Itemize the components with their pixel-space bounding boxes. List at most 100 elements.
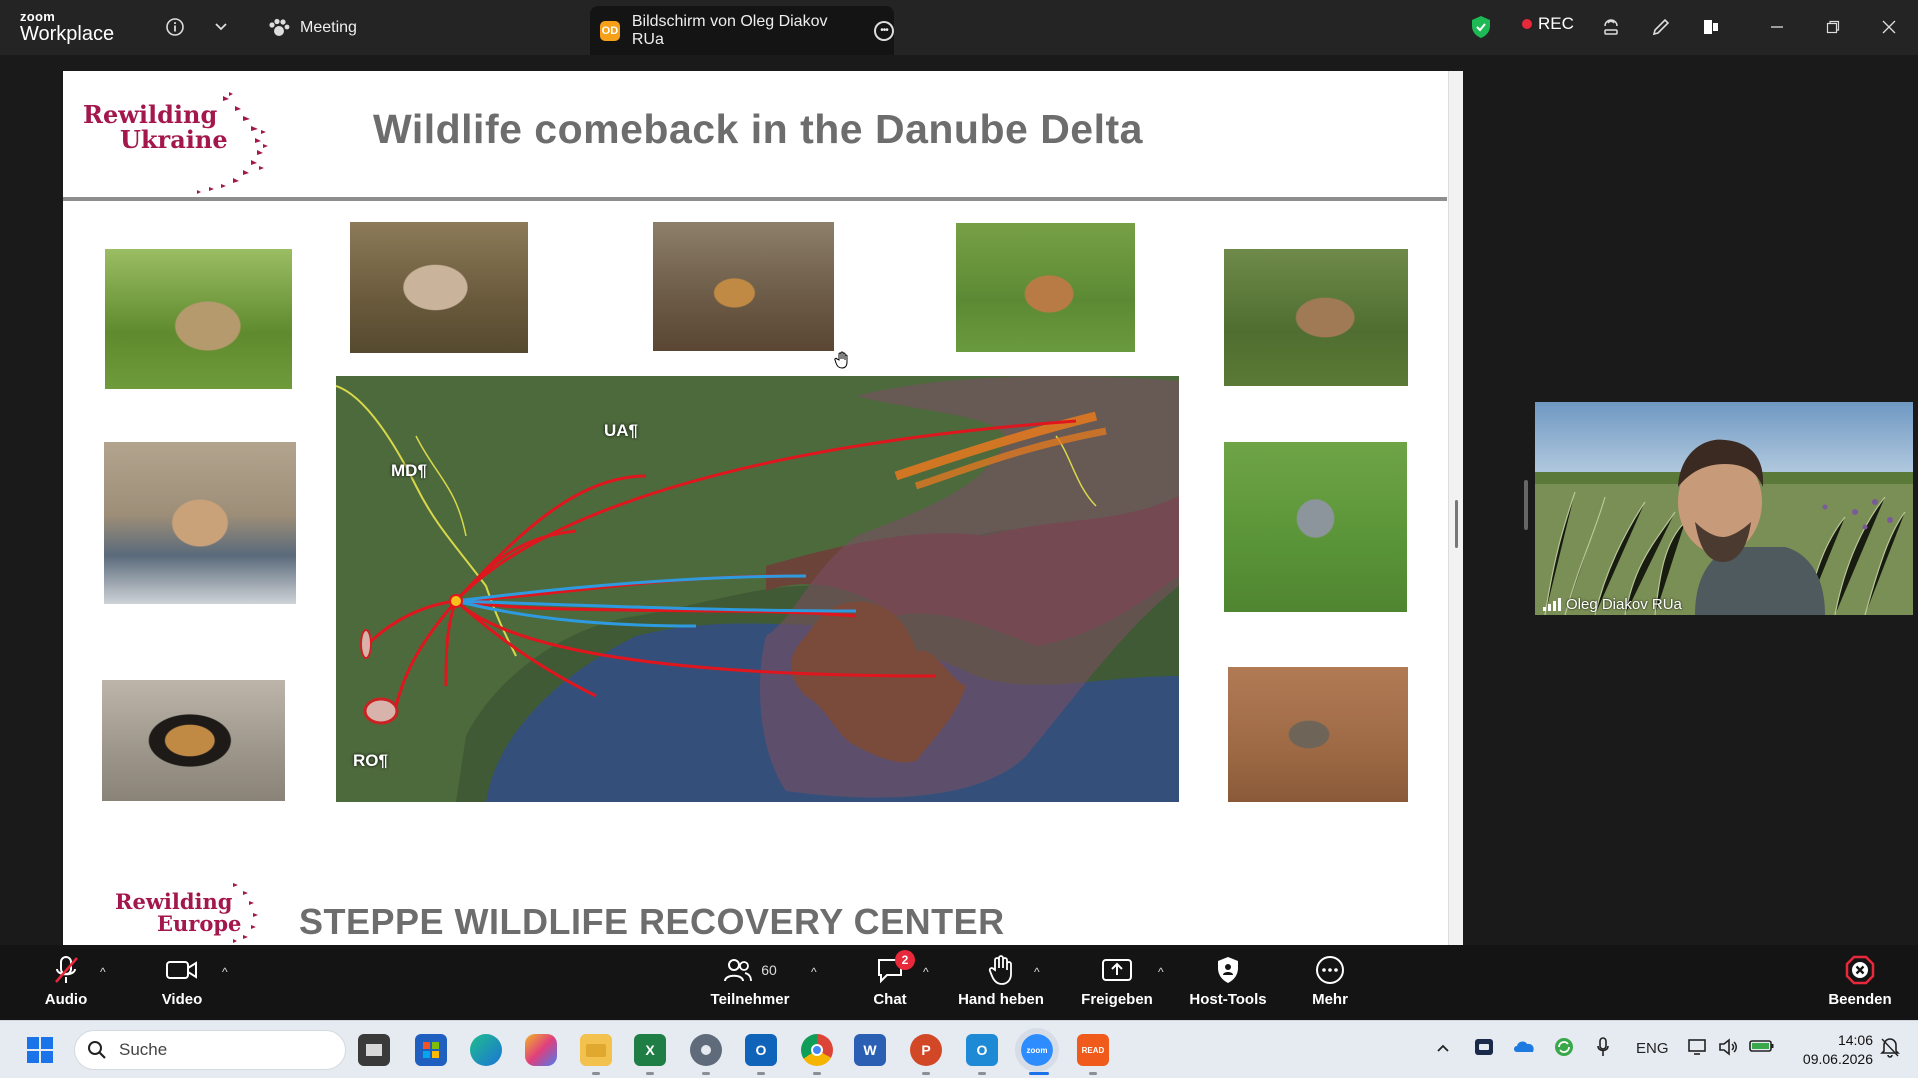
chat-label: Chat [873,991,907,1008]
show-hidden-icons-chevron-icon[interactable] [1436,1040,1450,1057]
raise-hand-label: Hand heben [958,991,1044,1008]
brand-small: zoom [20,9,56,24]
apps-panel-icon[interactable] [1698,14,1724,40]
close-icon[interactable] [1874,12,1904,42]
video-button[interactable]: Video [160,953,204,1015]
search-placeholder: Suche [119,1040,168,1059]
participant-video-frame [1535,402,1913,615]
audio-options-chevron-icon[interactable]: ^ [100,965,106,979]
zoom-icon[interactable]: zoom [1015,1028,1059,1072]
meeting-controls-bar: Audio ^ Video ^ 60 Teilnehmer ^ 2 Chat ^… [0,945,1918,1020]
encryption-shield-icon[interactable] [1468,14,1494,40]
annotate-pencil-icon[interactable] [1648,14,1674,40]
powerpoint-icon[interactable]: P [910,1034,942,1066]
reactions-options-chevron-icon[interactable]: ^ [1034,965,1040,979]
windows-start-icon[interactable] [24,1034,56,1066]
reader-icon[interactable]: READ [1077,1034,1109,1066]
microphone-tray-icon[interactable] [1596,1036,1610,1062]
end-meeting-button[interactable]: Beenden [1828,953,1892,1015]
edge-icon[interactable] [470,1034,502,1066]
presenter-avatar: OD [600,20,620,41]
tab-screen-share-label: Bildschirm von Oleg Diakov RUa [631,12,828,48]
powerpoint-running-indicator [922,1072,930,1075]
file-explorer-icon[interactable] [358,1034,390,1066]
participant-name-label: Oleg Diakov RUa [1543,596,1682,613]
video-options-chevron-icon[interactable]: ^ [222,965,228,979]
connection-signal-icon [1543,598,1561,611]
folder-icon[interactable] [580,1034,612,1066]
migration-map: UA¶ MD¶ RO¶ [336,376,1179,802]
hand-cursor-icon [834,351,848,369]
raise-hand-button[interactable]: Hand heben [956,953,1046,1015]
map-label-ua: UA¶ [604,421,639,440]
more-button[interactable]: Mehr [1310,953,1350,1015]
folder-running-indicator [592,1072,600,1075]
copilot-icon[interactable] [525,1034,557,1066]
chrome-icon[interactable] [801,1034,833,1066]
restore-icon[interactable] [1818,12,1848,42]
battery-icon[interactable] [1749,1038,1775,1058]
signal-stack-icon[interactable] [1598,14,1624,40]
participant-name: Oleg Diakov RUa [1566,596,1682,613]
participants-options-chevron-icon[interactable]: ^ [811,965,817,979]
presentation-slide: Rewilding Ukraine Wildlife comeback in t… [63,71,1463,945]
zoom-workplace-logo: zoom Workplace [20,10,114,44]
notifications-bell-icon[interactable] [1880,1036,1900,1062]
clock-date: 09.06.2026 [1802,1051,1873,1067]
recording-indicator[interactable]: REC [1522,14,1574,34]
network-icon[interactable] [1687,1037,1709,1061]
excel-icon[interactable]: X [634,1034,666,1066]
sync-status-icon[interactable] [1553,1036,1575,1062]
volume-icon[interactable] [1717,1037,1739,1061]
end-call-icon [1845,955,1875,985]
outlook-new-icon[interactable]: O [966,1034,998,1066]
minimize-icon[interactable] [1762,12,1792,42]
shield-icon [1218,957,1238,983]
share-label: Freigeben [1081,991,1153,1008]
map-graphic [336,376,1179,802]
split-resize-handle[interactable] [1455,500,1458,548]
participants-button[interactable]: 60 Teilnehmer [708,953,792,1015]
end-label: Beenden [1828,991,1892,1008]
photo-great-bustard [1224,249,1408,386]
word-icon[interactable]: W [854,1034,886,1066]
outlook-icon[interactable]: O [745,1034,777,1066]
title-divider [63,197,1447,201]
participants-count: 60 [761,962,777,978]
share-options-chevron-icon[interactable]: ^ [1158,965,1164,979]
audio-button[interactable]: Audio [44,953,88,1015]
hand-icon [988,955,1012,985]
chat-options-chevron-icon[interactable]: ^ [923,965,929,979]
photo-sociable-lapwing [1228,667,1408,802]
share-button[interactable]: Freigeben [1078,953,1156,1015]
settings-icon[interactable] [690,1034,722,1066]
brand-large: Workplace [20,23,115,45]
system-clock[interactable]: 14:06 09.06.2026 [1793,1031,1873,1069]
map-label-ro: RO¶ [353,751,388,770]
rec-label: REC [1538,14,1574,33]
photo-kulan-donkey [350,222,528,353]
teams-meeting-tray-icon[interactable] [1473,1036,1495,1062]
panel-resize-handle[interactable] [1524,480,1528,530]
more-options-icon[interactable]: ••• [874,20,894,41]
host-tools-label: Host-Tools [1189,991,1267,1008]
info-icon[interactable] [162,14,188,40]
photo-marmot [653,222,834,351]
onedrive-icon[interactable] [1512,1036,1536,1058]
tab-meeting[interactable]: Meeting [268,12,357,44]
host-tools-button[interactable]: Host-Tools [1189,953,1267,1015]
store-icon[interactable] [415,1034,447,1066]
footer-title: STEPPE WILDLIFE RECOVERY CENTER [299,901,1005,942]
bird-flock-icon [197,92,268,194]
camera-icon [166,961,197,979]
taskbar-search-input[interactable]: Suche [74,1030,346,1070]
participants-label: Teilnehmer [710,991,790,1008]
outlook-new-running-indicator [978,1072,986,1075]
chevron-down-icon[interactable] [208,14,234,40]
chat-button[interactable]: 2 Chat [870,950,915,1015]
tab-screen-share[interactable]: OD Bildschirm von Oleg Diakov RUa ••• [590,6,894,55]
participant-video-tile[interactable]: Oleg Diakov RUa [1535,402,1913,615]
language-indicator[interactable]: ENG [1636,1040,1669,1057]
tab-meeting-label: Meeting [300,19,357,36]
photo-ground-squirrel [105,249,292,389]
